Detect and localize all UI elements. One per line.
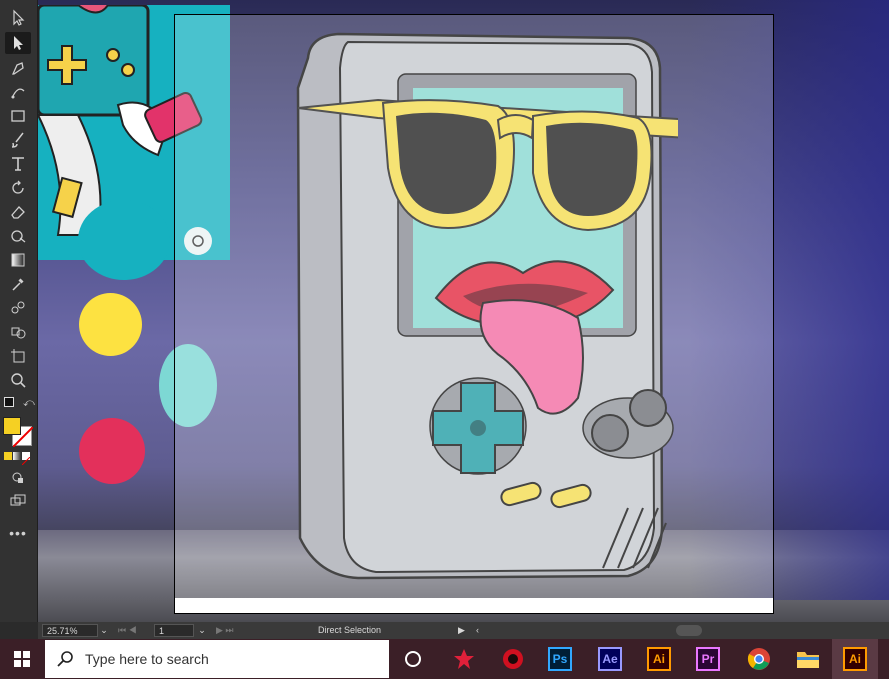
blend-icon bbox=[11, 301, 25, 314]
artboard-number[interactable]: 1 bbox=[154, 624, 194, 637]
red-circle-app-icon[interactable] bbox=[499, 645, 527, 673]
eraser-icon bbox=[11, 206, 25, 219]
scroll-left-icon[interactable]: ‹ bbox=[476, 624, 479, 637]
illustrator-window: ⤺ ••• 25.71% ⌄ ⏮ ◀ 1 ⌄ ▶ ⏭ Direct Select… bbox=[0, 0, 889, 679]
draw-mode-tool[interactable] bbox=[5, 467, 31, 489]
gradient-tool[interactable] bbox=[5, 249, 31, 271]
artboard-1[interactable] bbox=[174, 14, 774, 614]
after-effects-icon[interactable]: Ae bbox=[598, 647, 622, 671]
status-menu-icon[interactable]: ▶ bbox=[458, 624, 465, 637]
magnifier-icon bbox=[11, 373, 26, 388]
yellow-circle[interactable] bbox=[79, 293, 142, 356]
brush-icon bbox=[11, 132, 24, 148]
rectangle-icon bbox=[11, 110, 25, 122]
artboard-tool[interactable] bbox=[5, 345, 31, 367]
none-mode-icon[interactable] bbox=[21, 452, 31, 466]
document-canvas[interactable] bbox=[38, 0, 889, 622]
search-placeholder: Type here to search bbox=[85, 651, 209, 667]
next-artboard-icon[interactable]: ▶ ⏭ bbox=[216, 624, 234, 637]
chrome-icon[interactable] bbox=[745, 645, 773, 673]
zoom-tool[interactable] bbox=[5, 369, 31, 391]
shape-builder-icon bbox=[11, 327, 26, 339]
pink-circle[interactable] bbox=[79, 418, 145, 484]
first-artboard-icon[interactable]: ⏮ ◀ bbox=[118, 624, 137, 637]
rotate-tool[interactable] bbox=[5, 177, 31, 199]
eraser-tool[interactable] bbox=[5, 201, 31, 223]
default-colors-icon[interactable] bbox=[4, 397, 14, 407]
shape-builder-tool[interactable] bbox=[5, 321, 31, 343]
paintbrush-tool[interactable] bbox=[5, 129, 31, 151]
rectangle-tool[interactable] bbox=[5, 105, 31, 127]
illustrator-icon[interactable]: Ai bbox=[647, 647, 671, 671]
pen-icon bbox=[11, 62, 24, 75]
warp-tool[interactable] bbox=[5, 225, 31, 247]
file-explorer-icon[interactable] bbox=[794, 645, 822, 673]
windows-logo-icon bbox=[14, 651, 30, 667]
status-bar: 25.71% ⌄ ⏮ ◀ 1 ⌄ ▶ ⏭ Direct Selection ▶ … bbox=[38, 622, 889, 639]
blend-tool[interactable] bbox=[5, 297, 31, 319]
type-tool[interactable] bbox=[5, 153, 31, 175]
gradient-icon bbox=[11, 253, 25, 267]
warp-icon bbox=[11, 230, 26, 243]
search-box[interactable]: Type here to search bbox=[45, 640, 389, 678]
screen-mode-tool[interactable] bbox=[5, 490, 31, 512]
zoom-dropdown-icon[interactable]: ⌄ bbox=[98, 624, 110, 637]
artboard-icon bbox=[11, 349, 25, 363]
direct-selection-tool[interactable] bbox=[5, 32, 31, 54]
start-button[interactable] bbox=[0, 639, 44, 679]
arrow-solid-icon bbox=[14, 36, 23, 50]
tools-panel: ⤺ ••• bbox=[0, 0, 38, 622]
windows-taskbar: Type here to search Ps Ae Ai Pr Ai bbox=[0, 639, 889, 679]
curvature-pen-icon bbox=[11, 88, 25, 99]
pen-tool[interactable] bbox=[5, 57, 31, 79]
draw-mode-icon bbox=[12, 472, 23, 483]
type-icon bbox=[12, 157, 24, 171]
curvature-tool[interactable] bbox=[5, 81, 31, 103]
red-star-app-icon[interactable] bbox=[450, 645, 478, 673]
task-view-icon[interactable] bbox=[399, 645, 427, 673]
eyedropper-tool[interactable] bbox=[5, 273, 31, 295]
artboard-bottom-strip bbox=[174, 598, 774, 614]
photoshop-icon[interactable]: Ps bbox=[548, 647, 572, 671]
premiere-icon[interactable]: Pr bbox=[696, 647, 720, 671]
artboard-dropdown-icon[interactable]: ⌄ bbox=[196, 624, 208, 637]
arrow-outline-icon bbox=[13, 9, 25, 26]
color-mode-icon[interactable] bbox=[4, 452, 12, 460]
gradient-mode-icon[interactable] bbox=[13, 452, 21, 460]
search-icon bbox=[57, 651, 73, 667]
eyedropper-icon bbox=[12, 278, 24, 291]
current-tool-label: Direct Selection bbox=[318, 625, 382, 635]
rotate-icon bbox=[12, 180, 24, 194]
swap-colors-icon[interactable]: ⤺ bbox=[23, 397, 35, 410]
screen-mode-icon bbox=[10, 494, 26, 506]
more-tools-icon[interactable]: ••• bbox=[5, 522, 31, 544]
selection-tool[interactable] bbox=[5, 7, 31, 29]
horizontal-scrollbar-thumb[interactable] bbox=[676, 625, 702, 636]
zoom-level[interactable]: 25.71% bbox=[42, 624, 98, 637]
illustrator-active-icon[interactable]: Ai bbox=[843, 647, 867, 671]
teal-circle[interactable] bbox=[78, 200, 170, 280]
fill-swatch[interactable] bbox=[3, 417, 21, 435]
